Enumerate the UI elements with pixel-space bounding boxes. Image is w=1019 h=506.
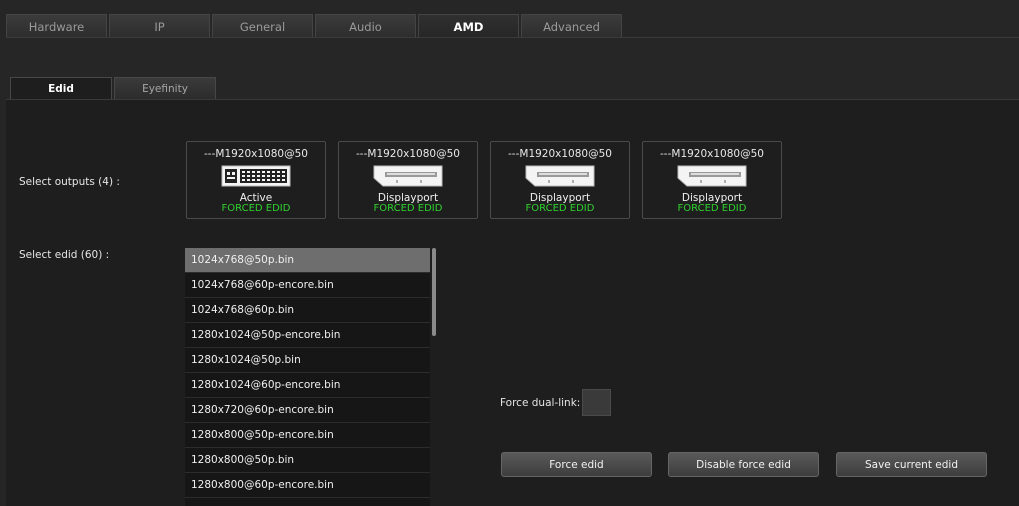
top-tab-bar: Hardware IP General Audio AMD Advanced <box>6 14 622 38</box>
list-item[interactable]: 1280x1024@50p.bin <box>185 348 430 373</box>
list-item[interactable]: 1280x1024@60p-encore.bin <box>185 373 430 398</box>
tab-ip[interactable]: IP <box>109 14 210 38</box>
output-resolution: ---M1920x1080@50 <box>204 148 308 160</box>
force-edid-button[interactable]: Force edid <box>501 452 652 477</box>
list-item[interactable]: 1280x800@60p-encore.bin <box>185 473 430 498</box>
output-status: FORCED EDID <box>677 203 747 214</box>
edid-list-scrollbar[interactable] <box>432 248 436 336</box>
list-item[interactable]: 1024x768@50p.bin <box>185 248 430 273</box>
sub-tab-bar: Edid Eyefinity <box>10 77 216 99</box>
displayport-icon <box>643 165 781 187</box>
force-dual-link-checkbox[interactable] <box>582 389 611 416</box>
output-resolution: ---M1920x1080@50 <box>356 148 460 160</box>
output-resolution: ---M1920x1080@50 <box>660 148 764 160</box>
output-resolution: ---M1920x1080@50 <box>508 148 612 160</box>
edid-list[interactable]: 1024x768@50p.bin 1024x768@60p-encore.bin… <box>185 248 430 506</box>
output-card-3[interactable]: ---M1920x1080@50 Displayport FORCED EDID <box>490 141 630 219</box>
tab-general[interactable]: General <box>212 14 313 38</box>
tab-amd[interactable]: AMD <box>418 14 519 38</box>
output-card-1[interactable]: ---M1920x1080@50 Active FORCED EDID <box>186 141 326 219</box>
dvi-port-icon <box>187 165 325 187</box>
tab-advanced[interactable]: Advanced <box>521 14 622 38</box>
disable-force-edid-button[interactable]: Disable force edid <box>668 452 819 477</box>
tab-audio[interactable]: Audio <box>315 14 416 38</box>
list-item[interactable]: 1280x720@60p-encore.bin <box>185 398 430 423</box>
output-card-4[interactable]: ---M1920x1080@50 Displayport FORCED EDID <box>642 141 782 219</box>
tab-edid[interactable]: Edid <box>10 77 112 99</box>
tab-hardware[interactable]: Hardware <box>6 14 107 38</box>
output-card-2[interactable]: ---M1920x1080@50 Displayport FORCED EDID <box>338 141 478 219</box>
output-status: FORCED EDID <box>373 203 443 214</box>
top-tab-divider <box>6 37 1019 38</box>
force-dual-link-label: Force dual-link: <box>500 397 581 409</box>
select-edid-label: Select edid (60) : <box>19 249 110 261</box>
select-outputs-label: Select outputs (4) : <box>19 176 120 188</box>
output-status: FORCED EDID <box>221 203 291 214</box>
list-item[interactable]: 1024x768@60p.bin <box>185 298 430 323</box>
tab-eyefinity[interactable]: Eyefinity <box>114 77 216 99</box>
displayport-icon <box>491 165 629 187</box>
save-current-edid-button[interactable]: Save current edid <box>836 452 987 477</box>
list-item[interactable]: 1280x800@50p.bin <box>185 448 430 473</box>
displayport-icon <box>339 165 477 187</box>
list-item[interactable]: 1280x800@50p-encore.bin <box>185 423 430 448</box>
list-item[interactable]: 1280x1024@50p-encore.bin <box>185 323 430 348</box>
output-status: FORCED EDID <box>525 203 595 214</box>
list-item[interactable]: 1024x768@60p-encore.bin <box>185 273 430 298</box>
